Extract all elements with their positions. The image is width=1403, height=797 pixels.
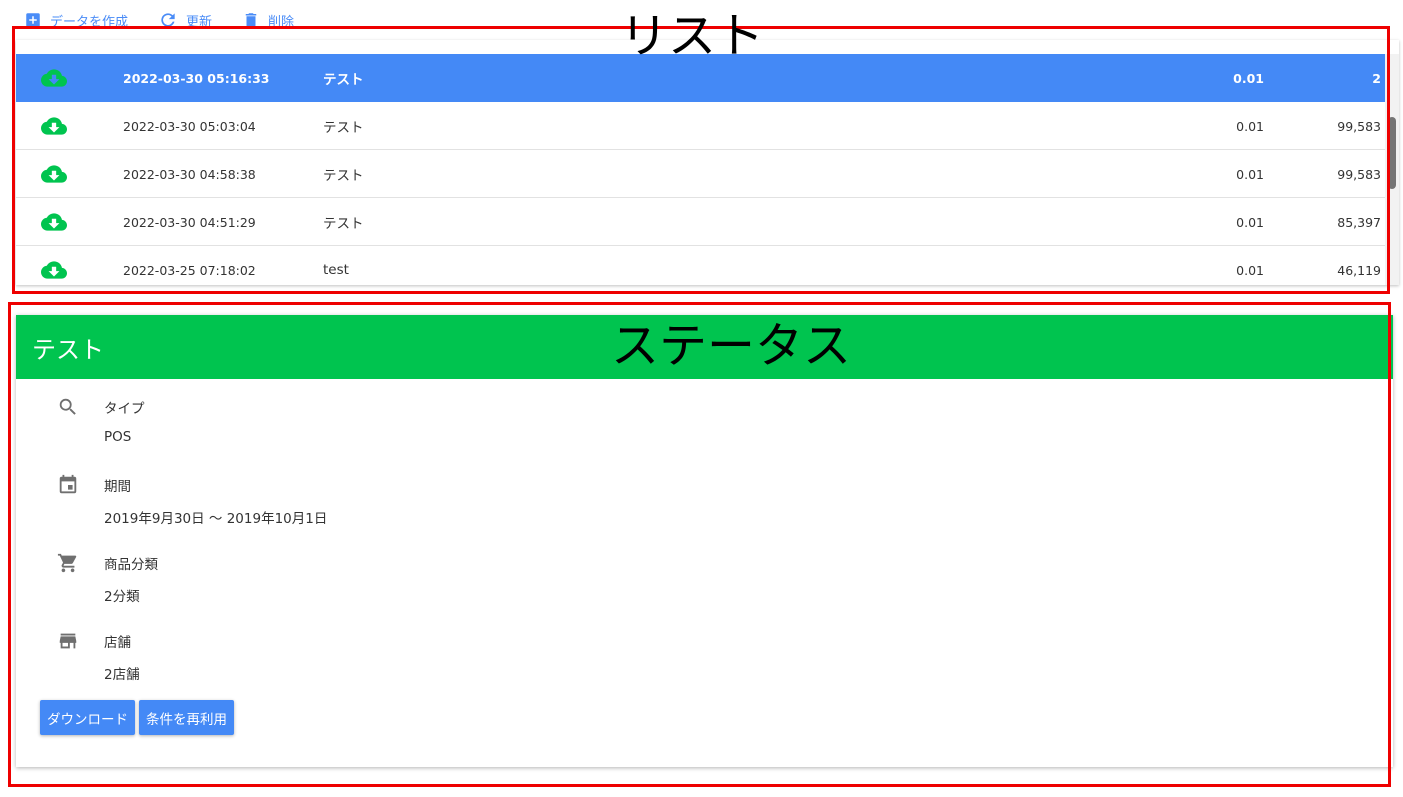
status-annotation-box (8, 302, 1391, 787)
status-annotation-label: ステータス (611, 318, 852, 374)
list-annotation-box (12, 26, 1390, 294)
list-annotation-label: リスト (620, 8, 765, 64)
